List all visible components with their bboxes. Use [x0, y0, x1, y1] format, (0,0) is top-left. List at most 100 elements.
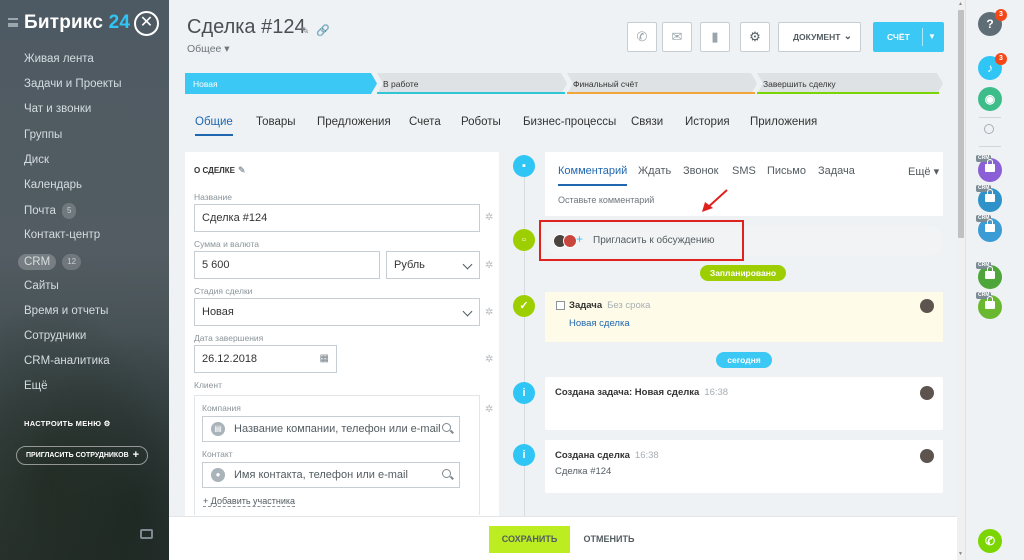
highlight-box: [539, 220, 744, 261]
currency-select[interactable]: Рубль: [386, 251, 480, 279]
search-icon[interactable]: [984, 124, 994, 134]
chat-button[interactable]: ▮: [700, 22, 730, 52]
gear-icon[interactable]: ✲: [485, 354, 493, 365]
gear-icon[interactable]: ✲: [485, 260, 493, 271]
info-icon: i: [513, 382, 535, 404]
search-icon[interactable]: [442, 469, 451, 478]
sidebar-item-time[interactable]: Время и отчеты: [24, 304, 122, 329]
history-title: Создана сделка 16:38: [555, 450, 659, 461]
sidebar-item-more[interactable]: Ещё: [24, 379, 122, 404]
link-icon[interactable]: 🔗: [316, 24, 330, 37]
sidebar-item-contact-center[interactable]: Контакт-центр: [24, 228, 122, 253]
scroll-down-icon[interactable]: ▼: [958, 551, 963, 557]
date-input[interactable]: 26.12.2018 ▦: [194, 345, 337, 373]
tab-general[interactable]: Общие: [195, 116, 233, 136]
calendar-icon[interactable]: ▦: [320, 346, 329, 372]
gear-icon[interactable]: ✲: [485, 404, 493, 415]
add-participant-link[interactable]: + Добавить участника: [203, 496, 295, 507]
comment-input[interactable]: Оставьте комментарий: [558, 195, 654, 205]
tab-products[interactable]: Товары: [256, 116, 296, 128]
edit-icon[interactable]: ✎: [238, 165, 246, 175]
menu-icon[interactable]: [8, 18, 18, 27]
tab-invoices[interactable]: Счета: [409, 116, 441, 128]
tab-links[interactable]: Связи: [631, 116, 663, 128]
document-button[interactable]: ДОКУМЕНТ ⌄: [778, 22, 861, 52]
tab-letter[interactable]: Письмо: [767, 165, 806, 177]
deal-form: О СДЕЛКЕ ✎ Название Сделка #124 ✲ Сумма и…: [185, 152, 499, 522]
sidebar-item-groups[interactable]: Группы: [24, 128, 122, 153]
open-lines-icon[interactable]: ◉: [978, 87, 1002, 111]
deal-category[interactable]: Общее ▾: [187, 43, 230, 55]
printer-icon[interactable]: [140, 529, 153, 539]
sidebar-item-chat[interactable]: Чат и звонки: [24, 102, 122, 127]
gear-icon[interactable]: ✲: [485, 212, 493, 223]
crm-lock-icon[interactable]: CRM: [976, 262, 1002, 289]
crm-lock-icon[interactable]: CRM: [976, 155, 1002, 182]
tab-offers[interactable]: Предложения: [317, 116, 391, 128]
sidebar-item-mail[interactable]: Почта 5: [24, 203, 122, 228]
stage-complete[interactable]: Завершить сделку: [763, 79, 836, 89]
chevron-down-icon[interactable]: ▼: [928, 22, 936, 52]
cancel-button[interactable]: ОТМЕНИТЬ: [579, 526, 639, 553]
sidebar-item-sites[interactable]: Сайты: [24, 279, 122, 304]
tab-robots[interactable]: Роботы: [461, 116, 501, 128]
amount-input[interactable]: 5 600: [194, 251, 380, 279]
gear-icon[interactable]: ✲: [485, 307, 493, 318]
left-sidebar: Битрикс 24 ✕ Живая лента Задачи и Проект…: [0, 0, 169, 560]
stage-in-work[interactable]: В работе: [383, 79, 418, 89]
tab-history[interactable]: История: [685, 116, 730, 128]
sidebar-menu: Живая лента Задачи и Проекты Чат и звонк…: [18, 52, 122, 405]
scrollbar[interactable]: ▲ ▼: [957, 0, 965, 560]
edit-title-icon[interactable]: ✎: [301, 26, 309, 37]
tab-wait[interactable]: Ждать: [638, 165, 671, 177]
task-link[interactable]: Новая сделка: [569, 318, 630, 329]
tab-task[interactable]: Задача: [818, 165, 855, 177]
sidebar-item-tasks[interactable]: Задачи и Проекты: [24, 77, 122, 102]
history-subtitle[interactable]: Сделка #124: [555, 466, 611, 477]
sidebar-item-disk[interactable]: Диск: [24, 153, 122, 178]
setup-menu-link[interactable]: НАСТРОИТЬ МЕНЮ ⚙: [24, 419, 111, 428]
avatar[interactable]: [920, 299, 934, 313]
divider: [979, 146, 1001, 147]
gear-icon: ⚙: [103, 419, 111, 428]
amount-label: Сумма и валюта: [194, 239, 259, 249]
logo[interactable]: Битрикс 24: [24, 12, 130, 34]
sidebar-item-crm-analytics[interactable]: CRM-аналитика: [24, 354, 122, 379]
task-checkbox[interactable]: [556, 301, 565, 310]
settings-button[interactable]: ⚙: [740, 22, 770, 52]
sidebar-item-employees[interactable]: Сотрудники: [24, 329, 122, 354]
email-button[interactable]: ✉: [662, 22, 692, 52]
tab-sms[interactable]: SMS: [732, 165, 756, 177]
search-icon[interactable]: [442, 423, 451, 432]
stage-final-invoice[interactable]: Финальный счёт: [573, 79, 638, 89]
deal-name-input[interactable]: Сделка #124: [194, 204, 480, 232]
form-section-title: О СДЕЛКЕ ✎: [194, 165, 246, 175]
company-label: Компания: [202, 403, 241, 413]
save-button[interactable]: СОХРАНИТЬ: [489, 526, 570, 553]
crm-lock-icon[interactable]: CRM: [976, 185, 1002, 212]
phone-button[interactable]: ✆: [627, 22, 657, 52]
close-icon[interactable]: ✕: [134, 11, 159, 36]
scrollbar-thumb[interactable]: [958, 10, 964, 238]
phone-icon[interactable]: ✆: [978, 529, 1002, 553]
stage-new[interactable]: Новая: [193, 79, 218, 89]
tab-comment[interactable]: Комментарий: [558, 165, 628, 186]
stage-line-final: [567, 92, 755, 94]
crm-lock-icon[interactable]: CRM: [976, 215, 1002, 242]
tab-call[interactable]: Звонок: [683, 165, 719, 177]
tab-apps[interactable]: Приложения: [750, 116, 817, 128]
invoice-button[interactable]: СЧЁТ ▼: [873, 22, 944, 52]
tab-business-processes[interactable]: Бизнес-процессы: [523, 116, 616, 128]
sidebar-item-crm[interactable]: CRM 12: [18, 253, 122, 279]
invite-employees-button[interactable]: ПРИГЛАСИТЬ СОТРУДНИКОВ +: [16, 446, 148, 465]
crm-lock-icon[interactable]: CRM: [976, 292, 1002, 319]
avatar[interactable]: [920, 386, 934, 400]
avatar[interactable]: [920, 449, 934, 463]
sidebar-item-calendar[interactable]: Календарь: [24, 178, 122, 203]
stage-select[interactable]: Новая: [194, 298, 480, 326]
tab-more[interactable]: Ещё ▾: [908, 165, 939, 178]
sidebar-item-feed[interactable]: Живая лента: [24, 52, 122, 77]
contact-search-input[interactable]: ● Имя контакта, телефон или e-mail: [202, 462, 460, 488]
scroll-up-icon[interactable]: ▲: [958, 1, 963, 7]
company-search-input[interactable]: ▤ Название компании, телефон или e-mail: [202, 416, 460, 442]
